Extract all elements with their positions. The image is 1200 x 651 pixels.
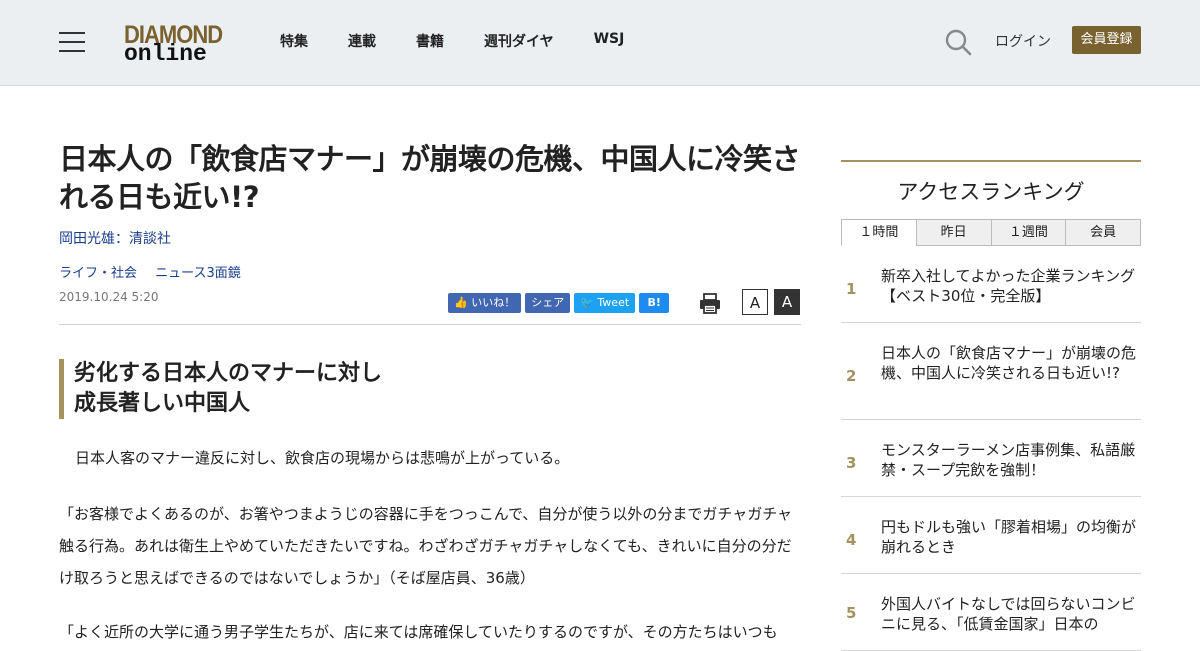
font-size-normal-button[interactable]: A (742, 289, 768, 315)
site-header: DIAMOND online 特集 連載 書籍 週刊ダイヤ WSJ ログイン 会… (0, 0, 1200, 86)
ranking-item-title[interactable]: 円もドルも強い「膠着相場」の均衡が崩れるとき (881, 517, 1139, 557)
font-size-large-button[interactable]: A (774, 289, 800, 315)
nav-item-wsj[interactable]: WSJ (594, 31, 625, 51)
nav-item-feature[interactable]: 特集 (280, 31, 308, 51)
nav-item-books[interactable]: 書籍 (416, 31, 444, 51)
article-paragraph-3: 「よく近所の大学に通う男子学生たちが、店に来ては席確保していたりするのですが、そ… (59, 623, 778, 641)
ranking-tabs: １時間 昨日 １週間 会員 (841, 219, 1141, 246)
ranking-number: 4 (846, 531, 857, 549)
tab-1-week[interactable]: １週間 (990, 219, 1067, 246)
tag-life-society[interactable]: ライフ・社会 (59, 266, 137, 281)
ranking-item-title[interactable]: 新卒入社してよかった企業ランキング【ベスト30位・完全版】 (881, 266, 1139, 306)
tweet-button[interactable]: 🐦 Tweet (574, 293, 636, 313)
register-button[interactable]: 会員登録 (1072, 26, 1141, 54)
ranking-item[interactable]: 2 日本人の「飲食店マナー」が崩壊の危機、中国人に冷笑される日も近い!? (841, 323, 1141, 420)
ranking-item[interactable]: 5 外国人バイトなしでは回らないコンビニに見る、「低賃金国家」日本の (841, 574, 1141, 651)
hatena-bookmark-button[interactable]: B! (639, 293, 670, 313)
ranking-item[interactable]: 1 新卒入社してよかった企業ランキング【ベスト30位・完全版】 (841, 246, 1141, 323)
facebook-like-button[interactable]: 👍 いいね！ (448, 293, 522, 313)
ranking-item[interactable]: 4 円もドルも強い「膠着相場」の均衡が崩れるとき (841, 497, 1141, 574)
tab-yesterday[interactable]: 昨日 (915, 219, 992, 246)
main-nav: 特集 連載 書籍 週刊ダイヤ WSJ (280, 31, 664, 51)
ranking-item-title[interactable]: 日本人の「飲食店マナー」が崩壊の危機、中国人に冷笑される日も近い!? (881, 343, 1139, 383)
ranking-number: 2 (846, 367, 857, 385)
twitter-bird-icon: 🐦 (580, 296, 598, 309)
print-icon[interactable] (699, 292, 721, 314)
logo-bottom-text: online (124, 41, 207, 67)
menu-icon[interactable] (59, 32, 85, 52)
article: 日本人の「飲食店マナー」が崩壊の危機、中国人に冷笑される日も近い!? 岡田光雄：… (59, 140, 801, 641)
tab-members[interactable]: 会員 (1065, 219, 1141, 246)
search-icon[interactable] (944, 28, 972, 56)
article-paragraph-1: 日本人客のマナー違反に対し、飲食店の現場からは悲鳴が上がっている。 (75, 449, 570, 467)
nav-item-weekly-diamond[interactable]: 週刊ダイヤ (484, 31, 554, 51)
site-logo[interactable]: DIAMOND online (124, 20, 226, 67)
ranking-list: 1 新卒入社してよかった企業ランキング【ベスト30位・完全版】 2 日本人の「飲… (841, 246, 1141, 651)
article-subheading: 劣化する日本人のマナーに対し 成長著しい中国人 (59, 359, 382, 419)
ranking-item[interactable]: 3 モンスターラーメン店事例集、私語厳禁・スープ完飲を強制！ (841, 420, 1141, 497)
ranking-top-border (841, 160, 1141, 162)
ranking-number: 3 (846, 454, 857, 472)
tab-1-hour[interactable]: １時間 (841, 219, 917, 246)
tweet-label: Tweet (597, 296, 630, 309)
share-buttons: 👍 いいね！ シェア 🐦 Tweet B! (448, 293, 673, 313)
article-tags: ライフ・社会 ニュース3面鏡 (59, 262, 255, 281)
subheading-line-2: 成長著しい中国人 (74, 391, 251, 416)
article-date: 2019.10.24 5:20 (59, 290, 159, 304)
article-author[interactable]: 岡田光雄：清談社 (59, 228, 171, 248)
ranking-title: アクセスランキング (897, 180, 1085, 204)
ranking-number: 5 (846, 604, 857, 622)
thumbs-up-icon: 👍 (454, 296, 472, 309)
ranking-item-title[interactable]: モンスターラーメン店事例集、私語厳禁・スープ完飲を強制！ (881, 440, 1139, 480)
subheading-line-1: 劣化する日本人のマナーに対し (74, 361, 383, 386)
tag-news[interactable]: ニュース3面鏡 (155, 266, 241, 281)
login-link[interactable]: ログイン (995, 31, 1051, 51)
article-title: 日本人の「飲食店マナー」が崩壊の危機、中国人に冷笑される日も近い!? (59, 142, 801, 214)
nav-item-series[interactable]: 連載 (348, 31, 376, 51)
article-paragraph-2: 「お客様でよくあるのが、お箸やつまようじの容器に手をつっこんで、自分が使う以外の… (59, 505, 793, 587)
facebook-share-button[interactable]: シェア (525, 293, 571, 313)
divider (59, 324, 801, 325)
ranking-number: 1 (846, 280, 857, 298)
ranking-item-title[interactable]: 外国人バイトなしでは回らないコンビニに見る、「低賃金国家」日本の (881, 594, 1139, 634)
like-label: いいね！ (471, 296, 516, 309)
